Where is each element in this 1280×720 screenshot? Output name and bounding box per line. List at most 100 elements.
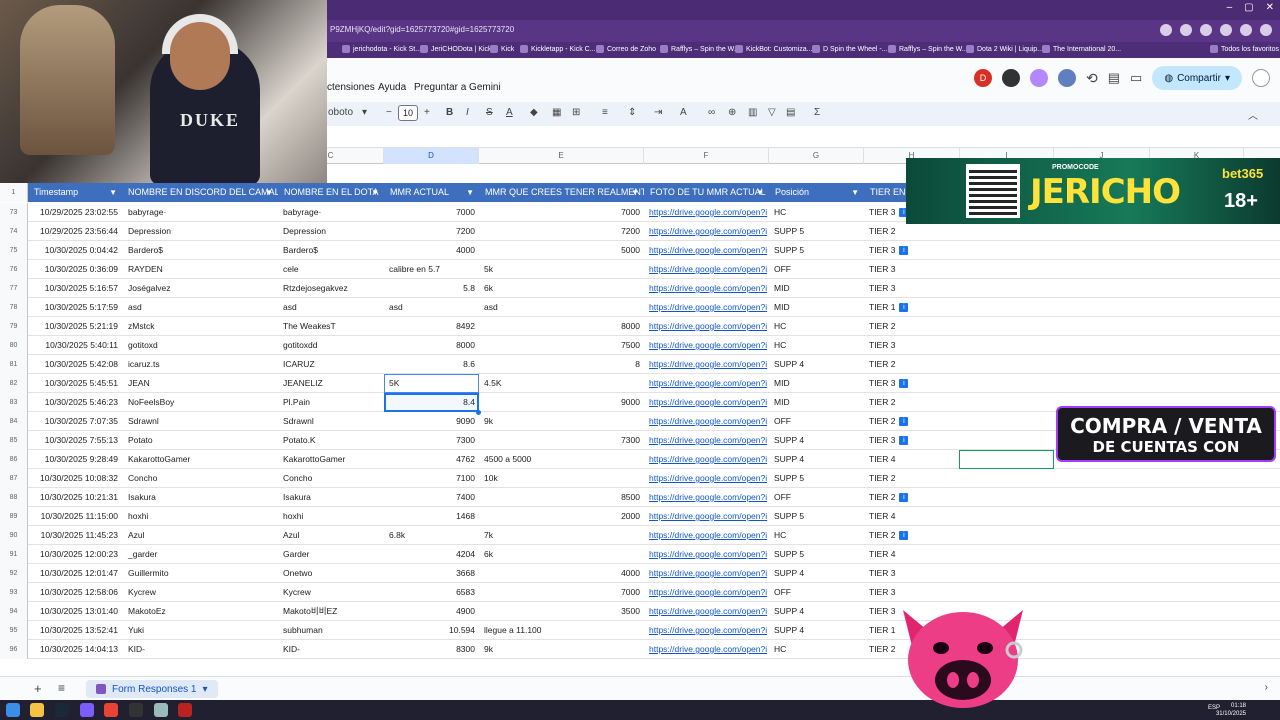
menu-icon[interactable] [1260,24,1272,36]
table-cell-mmr[interactable]: 3668 [384,564,479,583]
table-cell-mmr[interactable]: asd [384,298,479,317]
header-cell[interactable]: Timestamp ▼ [28,183,122,202]
row-number[interactable]: 76 [0,260,28,279]
table-cell-tier[interactable]: TIER 3 [864,279,960,298]
table-cell-mmr[interactable]: 6.8k [384,526,479,545]
table-cell-ts[interactable]: 10/30/2025 5:46:23 [28,393,122,412]
table-cell-ts[interactable]: 10/30/2025 11:15:00 [28,507,122,526]
table-cell-dota[interactable]: asd [278,298,384,317]
table-cell-mmr[interactable]: 4900 [384,602,479,621]
table-cell-ts[interactable]: 10/30/2025 12:00:23 [28,545,122,564]
table-cell-tier[interactable]: TIER 3i [864,431,960,450]
collaborator-avatar[interactable] [1030,69,1048,87]
fill-handle[interactable] [476,410,481,415]
table-cell-pos[interactable]: HC [769,317,864,336]
table-cell-discord[interactable]: NoFeelsBoy [122,393,278,412]
table-cell-discord[interactable]: Potato [122,431,278,450]
table-cell-real[interactable]: 7k [479,526,644,545]
clock[interactable]: 01:18 31/10/2025 [1216,702,1246,718]
table-cell-tier[interactable]: TIER 2i [864,488,960,507]
row-number[interactable]: 90 [0,526,28,545]
table-cell-foto[interactable]: https://drive.google.com/open?i [644,564,769,583]
table-cell-dota[interactable]: Pl.Pain [278,393,384,412]
table-cell-real[interactable]: 4000 [479,564,644,583]
row-number[interactable]: 89 [0,507,28,526]
table-cell-discord[interactable]: Concho [122,469,278,488]
table-cell-real[interactable]: 9000 [479,393,644,412]
comment-add-icon[interactable]: ⊕ [728,107,736,118]
table-cell-tier[interactable]: TIER 4 [864,507,960,526]
table-cell-ts[interactable]: 10/29/2025 23:56:44 [28,222,122,241]
info-icon[interactable]: i [899,436,909,446]
filter-dropdown-icon[interactable]: ▼ [371,183,379,202]
table-cell-pos[interactable]: MID [769,393,864,412]
table-cell-ts[interactable]: 10/30/2025 13:01:40 [28,602,122,621]
table-cell-real[interactable]: 10k [479,469,644,488]
table-cell-tier[interactable]: TIER 3i [864,374,960,393]
table-cell-ts[interactable]: 10/30/2025 13:52:41 [28,621,122,640]
table-cell-ts[interactable]: 10/30/2025 5:21:19 [28,317,122,336]
row-number[interactable]: 95 [0,621,28,640]
filter-dropdown-icon[interactable]: ▼ [109,183,117,202]
table-cell-discord[interactable]: Joségalvez [122,279,278,298]
info-icon[interactable]: i [899,493,909,503]
table-cell-discord[interactable]: hoxhi [122,507,278,526]
table-cell-discord[interactable]: icaruz.ts [122,355,278,374]
column-letter[interactable]: F [644,148,769,164]
row-number[interactable]: 92 [0,564,28,583]
table-cell-real[interactable]: 8000 [479,317,644,336]
chart-icon[interactable]: ▥ [748,107,757,118]
bookmark[interactable]: Kick [490,45,514,53]
table-cell-pos[interactable]: HC [769,336,864,355]
table-cell-discord[interactable]: RAYDEN [122,260,278,279]
table-cell-ts[interactable]: 10/30/2025 5:42:08 [28,355,122,374]
header-cell[interactable]: MMR ACTUAL ▼ [384,183,479,202]
table-cell-pos[interactable]: MID [769,374,864,393]
bookmarks-folder[interactable]: Todos los favoritos [1210,45,1279,53]
header-cell[interactable]: Posición ▼ [769,183,864,202]
table-cell-discord[interactable]: Depression [122,222,278,241]
table-cell-dota[interactable]: Rtzdejosegakvez [278,279,384,298]
table-cell-dota[interactable]: Makoto비비EZ [278,602,384,621]
menu-help[interactable]: Ayuda [378,82,406,93]
table-cell-ts[interactable]: 10/30/2025 14:04:13 [28,640,122,659]
table-cell-real[interactable]: 7500 [479,336,644,355]
filter-icon[interactable]: ▽ [768,107,776,118]
table-cell-dota[interactable]: Garder [278,545,384,564]
profile-icon[interactable] [1240,24,1252,36]
table-cell-pos[interactable]: SUPP 5 [769,469,864,488]
table-cell-foto[interactable]: https://drive.google.com/open?i [644,317,769,336]
table-cell-mmr[interactable]: 4204 [384,545,479,564]
table-cell-pos[interactable]: SUPP 5 [769,241,864,260]
bookmark[interactable]: Rafflys – Spin the W... [660,45,740,53]
table-cell-foto[interactable]: https://drive.google.com/open?i [644,583,769,602]
menu-extensions[interactable]: ctensiones [327,82,375,93]
info-icon[interactable]: i [899,417,909,427]
table-cell-mmr[interactable]: 7400 [384,488,479,507]
chevron-down-icon[interactable]: ▾ [362,107,367,118]
steam-icon[interactable] [55,703,69,717]
table-cell-tier[interactable]: TIER 2i [864,526,960,545]
bookmark[interactable]: D Spin the Wheel -... [812,45,888,53]
row-number[interactable]: 84 [0,412,28,431]
table-cell-discord[interactable]: gotitoxd [122,336,278,355]
row-number[interactable]: 77 [0,279,28,298]
table-cell-real[interactable]: 4.5K [479,374,644,393]
bookmark[interactable]: jerichodota - Kick St... [342,45,421,53]
table-cell-real[interactable]: 2000 [479,507,644,526]
column-letter[interactable]: G [769,148,864,164]
table-cell-foto[interactable]: https://drive.google.com/open?i [644,374,769,393]
table-cell-ts[interactable]: 10/30/2025 12:58:06 [28,583,122,602]
table-cell-pos[interactable]: SUPP 4 [769,602,864,621]
row-number[interactable]: 82 [0,374,28,393]
add-sheet-icon[interactable]: + [34,681,42,696]
table-cell-pos[interactable]: OFF [769,583,864,602]
info-icon[interactable]: i [899,246,909,256]
row-number[interactable]: 79 [0,317,28,336]
dota-icon[interactable] [178,703,192,717]
all-sheets-icon[interactable]: ≡ [58,681,65,695]
table-cell-foto[interactable]: https://drive.google.com/open?i [644,260,769,279]
comment-icon[interactable]: ▤ [1108,70,1120,86]
filter-dropdown-icon[interactable]: ▼ [265,183,273,202]
table-cell-foto[interactable]: https://drive.google.com/open?i [644,336,769,355]
